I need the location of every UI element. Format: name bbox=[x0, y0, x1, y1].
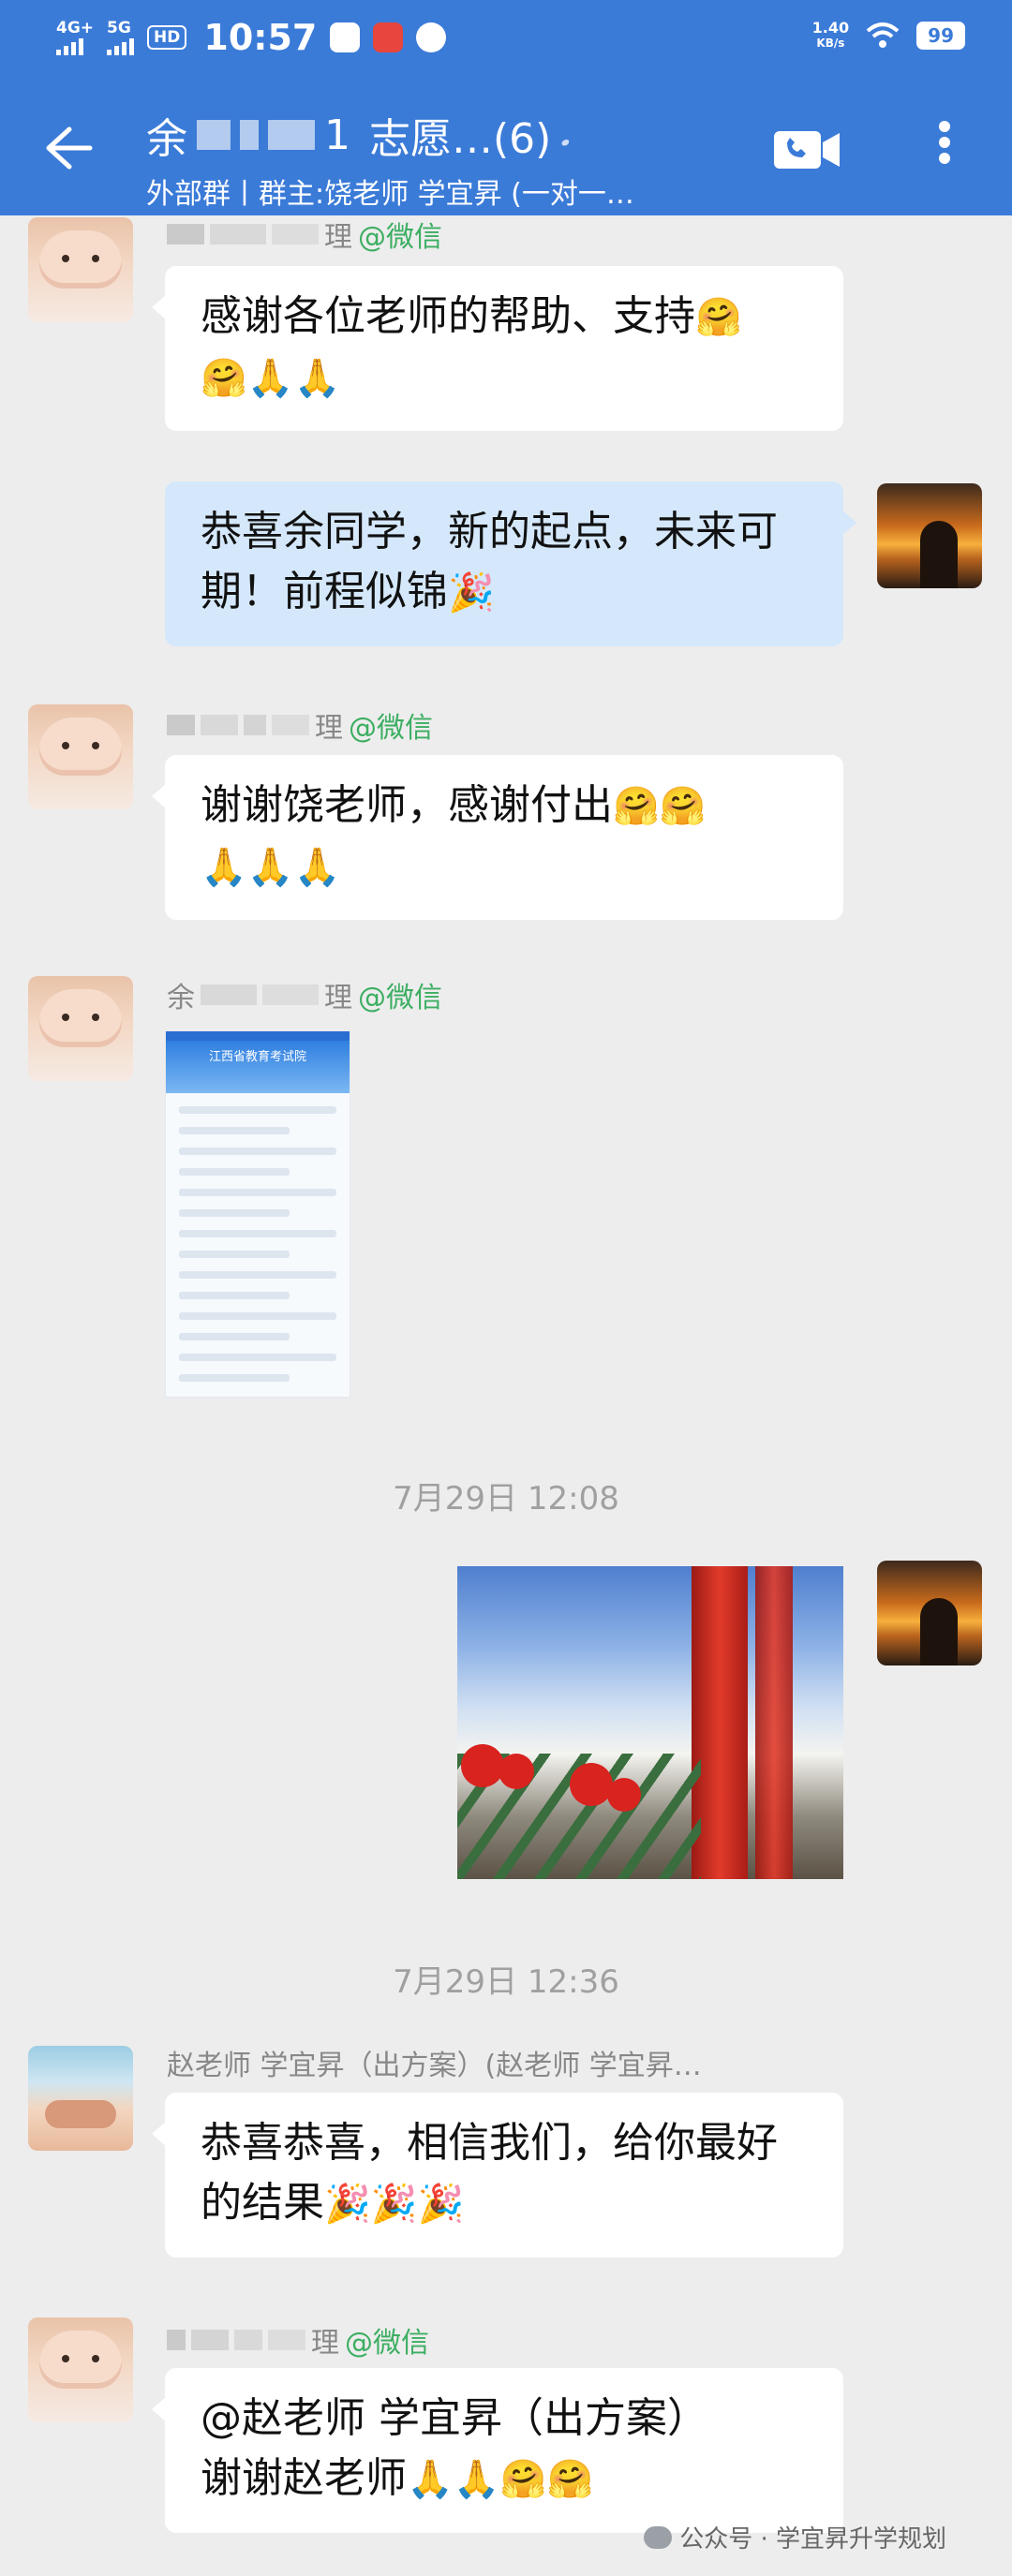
chat-title: 余 1 志愿…(6) 𝅘 bbox=[146, 111, 571, 164]
my-message-bubble[interactable]: 恭喜余同学，新的起点，未来可期！前程似锦🎉 bbox=[165, 481, 856, 646]
avatar[interactable] bbox=[28, 2046, 133, 2151]
smile-emoji-icon: 🤗 bbox=[546, 2458, 594, 2501]
party-popper-emoji-icon: 🎉 bbox=[417, 2183, 465, 2226]
wifi-icon bbox=[866, 22, 900, 48]
video-call-icon[interactable] bbox=[772, 126, 841, 174]
avatar[interactable] bbox=[28, 217, 133, 322]
message-bubble[interactable]: 谢谢饶老师，感谢付出🤗🤗 🙏🙏🙏 bbox=[152, 755, 843, 920]
battery-icon: 99 bbox=[916, 22, 965, 50]
document-image[interactable]: 江西省教育考试院 bbox=[165, 1030, 350, 1398]
hd-voice-icon: HD bbox=[147, 25, 187, 50]
avatar[interactable] bbox=[28, 704, 133, 809]
sender-name: 理 @微信 bbox=[167, 2319, 429, 2361]
weibo-icon bbox=[416, 22, 447, 52]
party-popper-emoji-icon: 🎉 bbox=[370, 2183, 418, 2226]
party-popper-emoji-icon: 🎉 bbox=[324, 2183, 371, 2226]
ear-mode-icon: 𝅘 bbox=[560, 116, 571, 153]
status-bar: 4G+ 5G HD 10:57 1.40 KB/s 99 bbox=[0, 0, 1012, 75]
shopping-app-icon bbox=[373, 22, 404, 52]
document-title: 江西省教育考试院 bbox=[166, 1041, 350, 1093]
timestamp: 7月29日 12:08 bbox=[393, 1480, 619, 1517]
signal-5g-icon: 5G bbox=[107, 20, 135, 55]
more-options-icon[interactable] bbox=[935, 116, 954, 182]
sender-name: 余 理 @微信 bbox=[167, 982, 442, 1014]
redacted-block bbox=[268, 120, 315, 150]
my-avatar[interactable] bbox=[877, 1561, 982, 1666]
message-bubble[interactable]: 感谢各位老师的帮助、支持🤗 🤗🙏🙏 bbox=[152, 266, 843, 431]
clock: 10:57 bbox=[203, 17, 318, 58]
clap-emoji-icon: 🙏 bbox=[293, 357, 341, 400]
back-arrow-icon[interactable] bbox=[41, 122, 94, 174]
clap-emoji-icon: 🙏 bbox=[293, 846, 341, 889]
smile-emoji-icon: 🤗 bbox=[695, 296, 742, 339]
wechat-official-account-icon bbox=[644, 2525, 673, 2549]
clap-emoji-icon: 🙏 bbox=[246, 357, 294, 400]
timestamp: 7月29日 12:36 bbox=[393, 1963, 619, 2001]
my-avatar[interactable] bbox=[877, 483, 982, 588]
sender-name: 理 @微信 bbox=[167, 704, 433, 746]
avatar[interactable] bbox=[28, 976, 133, 1081]
clap-emoji-icon: 🙏 bbox=[246, 846, 294, 889]
smile-emoji-icon: 🤗 bbox=[499, 2458, 547, 2501]
watermark: 公众号 · 学宜昇升学规划 bbox=[644, 2520, 946, 2554]
smile-emoji-icon: 🤗 bbox=[659, 785, 707, 828]
avatar[interactable] bbox=[28, 2317, 133, 2422]
message-bubble[interactable]: @赵老师 学宜昇（出方案） 谢谢赵老师🙏🙏🤗🤗 bbox=[152, 2368, 843, 2533]
clap-emoji-icon: 🙏 bbox=[453, 2458, 500, 2501]
party-popper-emoji-icon: 🎉 bbox=[448, 571, 495, 614]
chat-subtitle: 外部群丨群主:饶老师 学宜昇 (一对一… bbox=[146, 178, 634, 211]
network-speed: 1.40 KB/s bbox=[811, 19, 850, 51]
chat-header: 4G+ 5G HD 10:57 1.40 KB/s 99 余 1 志愿…(6) … bbox=[0, 0, 1012, 215]
sender-name: 理 @微信 bbox=[167, 214, 442, 255]
redacted-block bbox=[240, 120, 259, 150]
message-bubble[interactable]: 恭喜恭喜，相信我们，给你最好的结果🎉🎉🎉 bbox=[152, 2093, 843, 2258]
redacted-block bbox=[197, 120, 231, 150]
photo-message[interactable] bbox=[457, 1566, 843, 1879]
clap-emoji-icon: 🙏 bbox=[407, 2458, 454, 2501]
signal-4g-icon: 4G+ bbox=[56, 20, 94, 55]
smile-emoji-icon: 🤗 bbox=[613, 785, 660, 828]
sender-name: 赵老师 学宜昇（出方案）(赵老师 学宜昇… bbox=[167, 2050, 702, 2082]
clap-emoji-icon: 🙏 bbox=[201, 846, 247, 889]
smile-emoji-icon: 🤗 bbox=[201, 357, 247, 400]
app-notification-icon bbox=[330, 22, 361, 52]
